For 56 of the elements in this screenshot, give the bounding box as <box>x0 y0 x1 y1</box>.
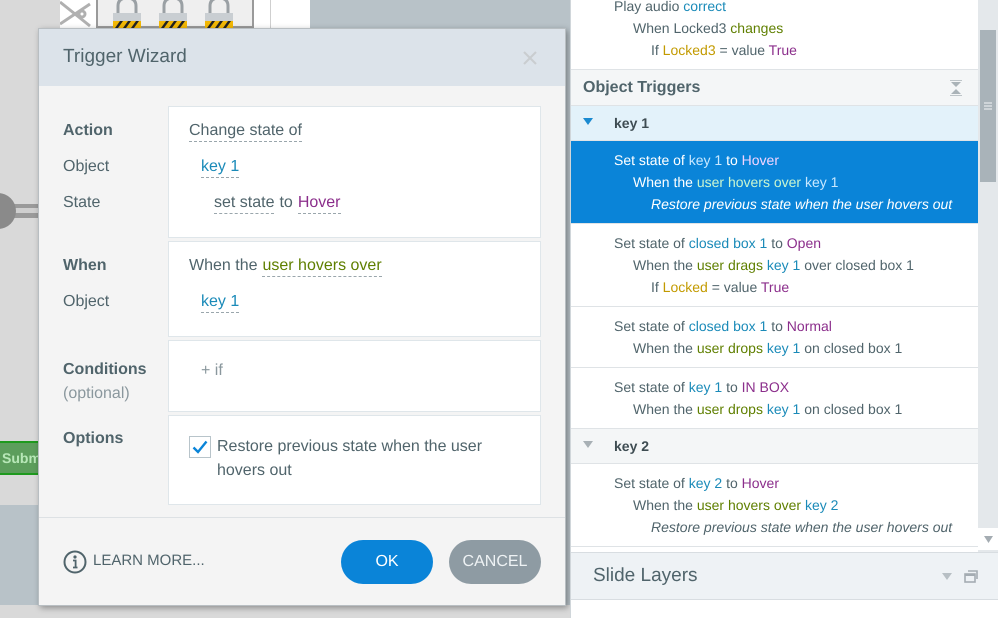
dialog-title: Trigger Wizard <box>63 45 187 70</box>
checkbox[interactable] <box>189 436 211 458</box>
trigger-line: When the user drops key 1 on closed box 1 <box>632 339 904 358</box>
ok-button[interactable]: OK <box>341 540 433 584</box>
field-label: State <box>63 193 102 213</box>
grip-icon <box>984 102 992 110</box>
trigger-line: Set state of closed box 1 to Open <box>613 234 822 253</box>
padlock-icon <box>158 0 188 28</box>
object-link[interactable]: key 1 <box>201 156 240 178</box>
scrollbar[interactable] <box>978 0 998 552</box>
scrollbar-thumb[interactable] <box>980 30 996 182</box>
trigger-line: Set state of closed box 1 to Normal <box>613 317 833 336</box>
panel-title: Slide Layers <box>593 564 698 588</box>
restore-window-icon[interactable] <box>964 570 978 582</box>
trigger-line: When the user hovers over key 2 <box>632 496 840 515</box>
trigger-line: When the user drags key 1 over closed box 1 <box>632 256 915 275</box>
event-link[interactable]: user hovers over <box>262 256 382 276</box>
field-label: Object <box>63 292 110 312</box>
trigger-line: Set state of key 1 to Hover <box>613 151 780 170</box>
padlock-icon <box>112 0 142 28</box>
trigger-line: If Locked = value True <box>650 278 790 297</box>
collapse-all-icon[interactable] <box>950 80 962 96</box>
close-icon[interactable] <box>523 50 537 64</box>
trigger-line: Restore previous state when the user hovers out <box>650 195 954 214</box>
trigger-item[interactable]: Set state of key 1 to Hover When the user hovers over key 1 Restore previous state when the user hovers out <box>571 141 978 224</box>
padlock-icon <box>204 0 234 28</box>
object-link[interactable]: key 1 <box>201 292 240 312</box>
trigger-line: When the user drops key 1 on closed box 1 <box>632 400 904 419</box>
group-header[interactable]: key 1 <box>571 106 978 141</box>
trigger-line: Set state of key 1 to IN BOX <box>613 378 790 397</box>
dropdown-caret-icon[interactable] <box>942 572 952 580</box>
trigger-line: When Locked3 changes <box>632 19 784 38</box>
section-title: Object Triggers <box>583 78 700 98</box>
trigger-line: When the user hovers over key 1 <box>632 173 840 192</box>
section-label: Options <box>63 429 124 449</box>
trigger-line: If Locked3 = value True <box>650 41 798 60</box>
trigger-line: Play audio correct <box>613 0 728 16</box>
checkbox-label: Restore previous state when the user hovers out <box>217 437 484 481</box>
connector-text: to <box>279 193 293 213</box>
section-label: When <box>63 256 108 276</box>
section-label: Action <box>63 121 114 141</box>
group-header[interactable]: key 2 <box>571 429 978 464</box>
connector-text: When the <box>189 256 258 276</box>
field-label: Object <box>63 157 110 177</box>
hint-text: (optional) <box>63 384 131 404</box>
action-link[interactable]: set state <box>214 192 274 214</box>
slide-layers-header[interactable]: Slide Layers <box>571 552 998 600</box>
section-label: Conditions <box>63 360 148 380</box>
fence-drawing <box>60 0 92 28</box>
trigger-line: Set state of key 2 to Hover <box>613 474 780 493</box>
action-link[interactable]: Change state of <box>189 120 302 142</box>
scroll-down-icon[interactable] <box>984 536 993 542</box>
info-icon <box>63 550 87 574</box>
learn-more-link[interactable]: LEARN MORE... <box>63 550 205 574</box>
trigger-line: Restore previous state when the user hovers out <box>650 518 954 537</box>
state-link[interactable]: Hover <box>298 192 341 214</box>
